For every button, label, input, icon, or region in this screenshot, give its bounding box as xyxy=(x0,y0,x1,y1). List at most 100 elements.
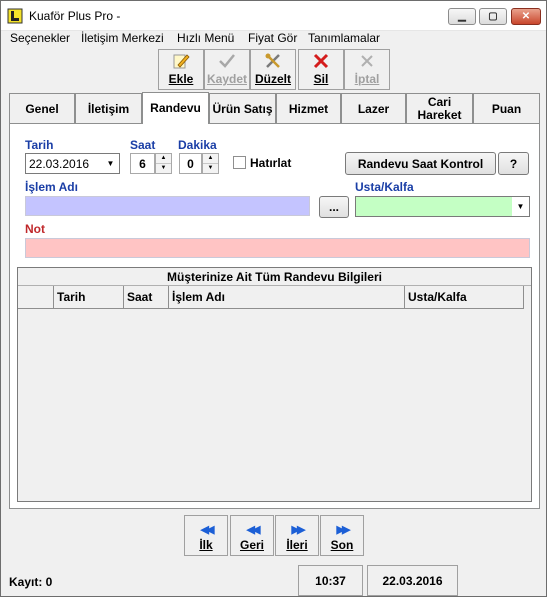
grid-header-date[interactable]: Tarih xyxy=(54,286,124,309)
tab-product-sales[interactable]: Ürün Satış xyxy=(209,93,276,124)
status-time: 10:37 xyxy=(298,565,363,596)
edit-label: Düzelt xyxy=(255,72,291,86)
browse-service-button[interactable]: ... xyxy=(319,196,349,218)
first-record-label: İlk xyxy=(199,538,213,552)
grid-header-staff[interactable]: Usta/Kalfa xyxy=(405,286,524,309)
add-label: Ekle xyxy=(168,72,194,86)
title-bar[interactable]: Kuaför Plus Pro - ▁ ▢ ✕ xyxy=(1,1,546,31)
rewind-icon: ◀◀ xyxy=(200,524,215,536)
date-label: Tarih xyxy=(25,138,54,152)
tab-points[interactable]: Puan xyxy=(473,93,540,124)
minimize-button[interactable]: ▁ xyxy=(448,8,476,25)
minute-value: 0 xyxy=(187,157,194,171)
tab-laser-label: Lazer xyxy=(357,101,390,116)
hour-down-icon[interactable]: ▼ xyxy=(156,163,171,172)
grid-header-service[interactable]: İşlem Adı xyxy=(169,286,405,309)
minute-down-icon[interactable]: ▼ xyxy=(203,163,218,172)
maximize-button[interactable]: ▢ xyxy=(479,8,507,25)
reminder-checkbox[interactable] xyxy=(233,156,246,169)
close-icon: ✕ xyxy=(521,11,531,22)
staff-label: Usta/Kalfa xyxy=(355,180,414,194)
hour-value: 6 xyxy=(139,157,146,171)
cancel-x-icon xyxy=(358,52,376,70)
menu-options[interactable]: Seçenekler xyxy=(10,31,70,45)
reminder-label: Hatırlat xyxy=(250,156,292,170)
grid-header-time[interactable]: Saat xyxy=(124,286,169,309)
minimize-icon: ▁ xyxy=(458,11,466,22)
minute-stepper[interactable]: ▲ ▼ xyxy=(202,153,219,174)
tab-general-label: Genel xyxy=(25,101,59,116)
last-record-label: Son xyxy=(330,538,354,552)
tab-general[interactable]: Genel xyxy=(9,93,75,124)
menu-bar: Seçenekler İletişim Merkezi Hızlı Menü F… xyxy=(1,31,546,47)
edit-button[interactable]: Düzelt xyxy=(250,49,296,90)
date-picker[interactable]: 22.03.2016 ▼ xyxy=(25,153,120,174)
next-record-label: İleri xyxy=(286,538,308,552)
tab-service[interactable]: Hizmet xyxy=(276,93,341,124)
fast-forward-icon: ▶▶ xyxy=(336,524,351,536)
next-icon: ▶▶ xyxy=(291,524,306,536)
menu-price-view[interactable]: Fiyat Gör xyxy=(248,31,297,45)
help-button[interactable]: ? xyxy=(498,152,529,175)
browse-service-label: ... xyxy=(328,200,339,214)
minute-up-icon[interactable]: ▲ xyxy=(203,154,218,163)
status-date-value: 22.03.2016 xyxy=(382,573,443,588)
app-logo-icon xyxy=(7,8,23,24)
app-window: Kuaför Plus Pro - ▁ ▢ ✕ Seçenekler İleti… xyxy=(0,0,547,597)
pencil-icon xyxy=(172,52,190,70)
appointment-time-check-button[interactable]: Randevu Saat Kontrol xyxy=(345,152,496,175)
tab-service-label: Hizmet xyxy=(288,101,329,116)
help-label: ? xyxy=(509,156,518,171)
record-count: Kayıt: 0 xyxy=(9,575,53,589)
save-button[interactable]: Kaydet xyxy=(204,49,250,90)
service-name-label: İşlem Adı xyxy=(25,180,78,194)
tab-communication[interactable]: İletişim xyxy=(75,93,142,124)
tab-communication-label: İletişim xyxy=(87,101,130,116)
tab-account-transactions-label: Cari Hareket xyxy=(417,95,462,122)
tab-points-label: Puan xyxy=(491,101,522,116)
hour-label: Saat xyxy=(130,138,156,152)
note-input[interactable] xyxy=(25,238,530,258)
tab-laser[interactable]: Lazer xyxy=(341,93,406,124)
hour-stepper[interactable]: ▲ ▼ xyxy=(155,153,172,174)
chevron-down-icon[interactable]: ▼ xyxy=(102,154,119,173)
minute-label: Dakika xyxy=(178,138,217,152)
tab-product-sales-label: Ürün Satış xyxy=(212,101,273,116)
appointment-time-check-label: Randevu Saat Kontrol xyxy=(357,156,484,171)
previous-icon: ◀◀ xyxy=(246,524,261,536)
tab-account-transactions[interactable]: Cari Hareket xyxy=(406,93,473,124)
hour-up-icon[interactable]: ▲ xyxy=(156,154,171,163)
staff-select[interactable]: ▼ xyxy=(355,196,530,217)
checkmark-icon xyxy=(218,52,236,70)
cancel-button[interactable]: İptal xyxy=(344,49,390,90)
cancel-label: İptal xyxy=(354,72,380,86)
close-button[interactable]: ✕ xyxy=(511,8,541,25)
previous-record-button[interactable]: ◀◀ Geri xyxy=(230,515,274,556)
menu-communication-center[interactable]: İletişim Merkezi xyxy=(81,31,164,45)
tab-appointment-label: Randevu xyxy=(150,101,201,115)
status-time-value: 10:37 xyxy=(315,573,346,588)
hour-input[interactable]: 6 xyxy=(130,153,155,174)
service-name-input[interactable] xyxy=(25,196,310,216)
menu-quick-menu[interactable]: Hızlı Menü xyxy=(177,31,234,45)
date-value: 22.03.2016 xyxy=(29,157,90,171)
delete-button[interactable]: Sil xyxy=(298,49,344,90)
status-date: 22.03.2016 xyxy=(367,565,458,596)
add-button[interactable]: Ekle xyxy=(158,49,204,90)
menu-definitions[interactable]: Tanımlamalar xyxy=(308,31,380,45)
save-label: Kaydet xyxy=(206,72,247,86)
grid-header-indicator[interactable] xyxy=(18,286,54,309)
grid-title: Müşterinize Ait Tüm Randevu Bilgileri xyxy=(18,268,531,286)
last-record-button[interactable]: ▶▶ Son xyxy=(320,515,364,556)
tab-appointment[interactable]: Randevu xyxy=(142,92,209,124)
previous-record-label: Geri xyxy=(239,538,264,552)
next-record-button[interactable]: ▶▶ İleri xyxy=(275,515,319,556)
delete-label: Sil xyxy=(313,72,329,86)
chevron-down-icon[interactable]: ▼ xyxy=(512,197,529,216)
minute-input[interactable]: 0 xyxy=(179,153,202,174)
window-title: Kuaför Plus Pro - xyxy=(29,9,121,23)
appointments-grid[interactable]: Müşterinize Ait Tüm Randevu Bilgileri Ta… xyxy=(17,267,532,502)
delete-x-icon xyxy=(312,52,330,70)
first-record-button[interactable]: ◀◀ İlk xyxy=(184,515,228,556)
maximize-icon: ▢ xyxy=(488,11,498,22)
